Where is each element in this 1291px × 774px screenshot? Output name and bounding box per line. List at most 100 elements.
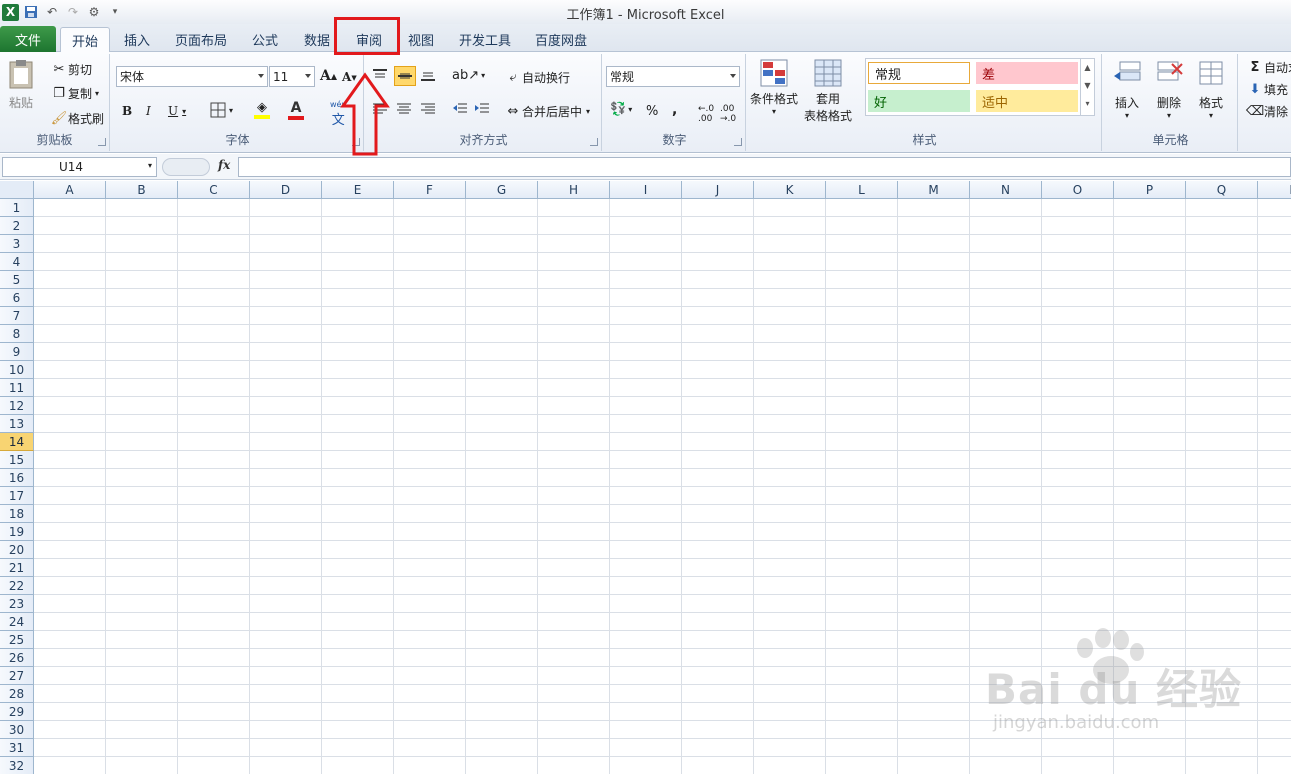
style-bad[interactable]: 差 — [976, 62, 1078, 84]
bold-icon[interactable]: B — [122, 104, 132, 118]
number-format-select[interactable]: 常规 — [606, 66, 740, 87]
font-name-select[interactable]: 宋体 — [116, 66, 268, 87]
row-header-29[interactable]: 29 — [0, 703, 34, 721]
align-center-icon[interactable] — [396, 102, 412, 116]
fill-color-icon[interactable]: ◈ — [254, 100, 270, 119]
style-neutral[interactable]: 适中 — [976, 90, 1078, 112]
row-header-20[interactable]: 20 — [0, 541, 34, 559]
row-header-14[interactable]: 14 — [0, 433, 34, 451]
column-header-j[interactable]: J — [682, 181, 754, 199]
column-header-p[interactable]: P — [1114, 181, 1186, 199]
italic-icon[interactable]: I — [146, 104, 151, 118]
row-header-18[interactable]: 18 — [0, 505, 34, 523]
row-header-17[interactable]: 17 — [0, 487, 34, 505]
row-header-26[interactable]: 26 — [0, 649, 34, 667]
formula-input[interactable] — [238, 157, 1291, 177]
increase-indent-icon[interactable] — [474, 102, 490, 116]
column-header-l[interactable]: L — [826, 181, 898, 199]
decrease-decimal-icon[interactable]: .00 →.0 — [720, 104, 736, 124]
tab-formulas[interactable]: 公式 — [242, 27, 288, 52]
row-header-13[interactable]: 13 — [0, 415, 34, 433]
borders-icon[interactable]: ▾ — [210, 102, 233, 118]
row-header-8[interactable]: 8 — [0, 325, 34, 343]
row-header-32[interactable]: 32 — [0, 757, 34, 774]
number-launcher-icon[interactable] — [734, 138, 742, 146]
row-header-15[interactable]: 15 — [0, 451, 34, 469]
row-header-11[interactable]: 11 — [0, 379, 34, 397]
row-header-2[interactable]: 2 — [0, 217, 34, 235]
tab-developer[interactable]: 开发工具 — [452, 27, 518, 52]
gallery-scroll-icon[interactable]: ▲ ▼ ▾ — [1080, 59, 1094, 115]
style-normal[interactable]: 常规 — [868, 62, 970, 84]
row-header-1[interactable]: 1 — [0, 199, 34, 217]
tab-baidu-netdisk[interactable]: 百度网盘 — [528, 27, 594, 52]
row-header-24[interactable]: 24 — [0, 613, 34, 631]
delete-cells-button[interactable]: 删除 ▾ — [1154, 58, 1184, 120]
column-header-f[interactable]: F — [394, 181, 466, 199]
conditional-format-button[interactable]: 条件格式 ▾ — [750, 58, 798, 116]
column-header-n[interactable]: N — [970, 181, 1042, 199]
merge-center-button[interactable]: ⇔ 合并后居中 ▾ — [504, 102, 590, 120]
clipboard-launcher-icon[interactable] — [98, 138, 106, 146]
column-header-g[interactable]: G — [466, 181, 538, 199]
paste-button[interactable]: 粘贴 — [6, 58, 36, 111]
style-good[interactable]: 好 — [868, 90, 970, 112]
tab-file[interactable]: 文件 — [0, 26, 56, 52]
row-header-28[interactable]: 28 — [0, 685, 34, 703]
tab-insert[interactable]: 插入 — [114, 27, 160, 52]
row-header-9[interactable]: 9 — [0, 343, 34, 361]
column-header-r[interactable]: R — [1258, 181, 1291, 199]
increase-decimal-icon[interactable]: ←.0.00 — [698, 104, 714, 124]
alignment-launcher-icon[interactable] — [590, 138, 598, 146]
tab-page-layout[interactable]: 页面布局 — [168, 27, 234, 52]
row-header-16[interactable]: 16 — [0, 469, 34, 487]
format-cells-button[interactable]: 格式 ▾ — [1196, 58, 1226, 120]
format-as-table-button[interactable]: 套用 表格格式 — [804, 58, 852, 124]
grow-font-icon[interactable]: A ▲ — [320, 68, 337, 84]
row-header-21[interactable]: 21 — [0, 559, 34, 577]
insert-function-icon[interactable]: fx — [218, 158, 230, 172]
column-header-e[interactable]: E — [322, 181, 394, 199]
underline-icon[interactable]: U ▾ — [168, 104, 186, 118]
select-all-corner[interactable] — [0, 181, 34, 199]
align-right-icon[interactable] — [420, 102, 436, 116]
font-size-select[interactable]: 11 — [269, 66, 315, 87]
column-header-h[interactable]: H — [538, 181, 610, 199]
row-header-4[interactable]: 4 — [0, 253, 34, 271]
insert-cells-button[interactable]: 插入 ▾ — [1112, 58, 1142, 120]
currency-icon[interactable]: 💱 ▾ — [610, 102, 632, 117]
column-header-b[interactable]: B — [106, 181, 178, 199]
decrease-indent-icon[interactable] — [452, 102, 468, 116]
column-header-c[interactable]: C — [178, 181, 250, 199]
column-header-o[interactable]: O — [1042, 181, 1114, 199]
column-header-d[interactable]: D — [250, 181, 322, 199]
name-box[interactable]: U14 ▾ — [2, 157, 157, 177]
comma-icon[interactable]: , — [672, 102, 677, 118]
column-header-q[interactable]: Q — [1186, 181, 1258, 199]
row-header-23[interactable]: 23 — [0, 595, 34, 613]
wrap-text-button[interactable]: ⤶ 自动换行 — [504, 68, 570, 86]
formula-bar-resize-handle[interactable] — [162, 158, 210, 176]
autosum-button[interactable]: Σ 自动求和 — [1246, 58, 1291, 76]
row-header-25[interactable]: 25 — [0, 631, 34, 649]
row-header-31[interactable]: 31 — [0, 739, 34, 757]
column-header-i[interactable]: I — [610, 181, 682, 199]
column-header-m[interactable]: M — [898, 181, 970, 199]
row-header-10[interactable]: 10 — [0, 361, 34, 379]
cut-button[interactable]: ✂ 剪切 — [50, 60, 92, 78]
align-middle-icon[interactable] — [394, 66, 416, 86]
row-header-22[interactable]: 22 — [0, 577, 34, 595]
row-header-12[interactable]: 12 — [0, 397, 34, 415]
row-header-7[interactable]: 7 — [0, 307, 34, 325]
column-header-a[interactable]: A — [34, 181, 106, 199]
tab-home[interactable]: 开始 — [60, 27, 110, 53]
tab-view[interactable]: 视图 — [398, 27, 444, 52]
row-header-27[interactable]: 27 — [0, 667, 34, 685]
align-bottom-icon[interactable] — [420, 68, 436, 82]
row-header-5[interactable]: 5 — [0, 271, 34, 289]
row-header-3[interactable]: 3 — [0, 235, 34, 253]
fill-button[interactable]: ⬇ 填充 — [1246, 80, 1288, 98]
orientation-icon[interactable]: ab↗ ▾ — [452, 68, 485, 83]
copy-button[interactable]: ❐ 复制 ▾ — [50, 84, 99, 102]
row-header-6[interactable]: 6 — [0, 289, 34, 307]
